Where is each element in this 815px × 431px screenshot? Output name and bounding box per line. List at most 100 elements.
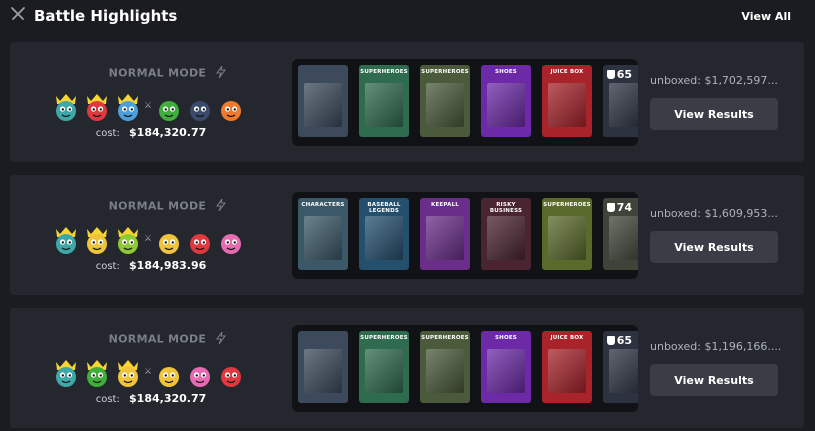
lightning-icon <box>216 198 227 214</box>
player-avatar[interactable] <box>155 225 183 254</box>
case-thumbnail[interactable]: BASEBALL LEGENDS <box>359 198 409 270</box>
case-thumbnail[interactable]: SUPERHEROES <box>359 65 409 137</box>
battle-info: NORMAL MODE <box>10 175 292 295</box>
case-thumbnail[interactable]: SUPERHEROES <box>542 198 592 270</box>
case-artwork <box>548 216 586 260</box>
case-artwork <box>487 349 525 393</box>
rounds-count: 65 <box>616 334 632 347</box>
case-thumbnail[interactable]: CHARACTERS <box>298 198 348 270</box>
view-all-link[interactable]: View All <box>741 10 791 23</box>
unboxed-value: unboxed: $1,196,166.... <box>650 340 782 353</box>
battle-info: NORMAL MODE <box>10 42 292 162</box>
cost-value: $184,320.77 <box>129 392 207 405</box>
player-avatars: ⚔ <box>52 223 248 255</box>
player-avatar[interactable] <box>52 358 80 387</box>
case-label: SUPERHEROES <box>360 69 408 75</box>
cost-label: cost: <box>95 128 120 139</box>
rounds-count: 65 <box>616 68 632 81</box>
mode-label: NORMAL MODE <box>10 198 325 214</box>
case-artwork <box>548 83 586 127</box>
versus-icon: ⚔ <box>144 367 153 377</box>
case-artwork <box>609 349 638 393</box>
case-count-icon <box>606 203 615 212</box>
case-thumbnail[interactable]: JUICE BOX <box>542 65 592 137</box>
case-count-icon <box>606 70 615 79</box>
case-label: BASEBALL LEGENDS <box>367 202 401 214</box>
player-avatar[interactable] <box>52 92 80 121</box>
case-artwork <box>548 349 586 393</box>
case-strip[interactable]: CHARACTERS BASEBALL LEGENDS KEEPALL RISK… <box>292 192 638 279</box>
case-label: SHOES <box>495 69 517 75</box>
case-artwork <box>365 216 403 260</box>
case-label: JUICE BOX <box>550 335 584 341</box>
player-avatar[interactable] <box>114 358 142 387</box>
case-artwork <box>487 216 525 260</box>
case-thumbnail[interactable]: SUPERHEROES <box>420 65 470 137</box>
player-avatar[interactable] <box>52 225 80 254</box>
case-strip[interactable]: SUPERHEROES SUPERHEROES SHOES JUICE BOX … <box>292 59 638 146</box>
player-avatar[interactable] <box>186 358 214 387</box>
case-thumbnail[interactable]: RISKY BUSINESS <box>481 198 531 270</box>
battle-card[interactable]: NORMAL MODE <box>10 308 804 428</box>
case-label: JUICE BOX <box>550 69 584 75</box>
view-results-button[interactable]: View Results <box>650 98 778 130</box>
mode-label: NORMAL MODE <box>10 65 325 81</box>
section-header: Battle Highlights View All <box>10 0 805 32</box>
mode-text: NORMAL MODE <box>108 199 207 213</box>
case-thumbnail[interactable]: SHOES <box>481 331 531 403</box>
case-thumbnail[interactable]: KEEPALL <box>420 198 470 270</box>
case-artwork <box>304 349 342 393</box>
rounds-badge: 65 <box>606 334 632 347</box>
case-label: SUPERHEROES <box>360 335 408 341</box>
case-artwork <box>426 216 464 260</box>
player-avatar[interactable] <box>83 358 111 387</box>
player-avatar[interactable] <box>217 225 245 254</box>
player-avatar[interactable] <box>217 358 245 387</box>
unboxed-value: unboxed: $1,702,597... <box>650 74 778 87</box>
rounds-badge: 65 <box>606 68 632 81</box>
unboxed-value: unboxed: $1,609,953... <box>650 207 778 220</box>
battle-info: NORMAL MODE <box>10 308 292 428</box>
crossed-swords-icon <box>10 6 26 26</box>
case-artwork <box>426 349 464 393</box>
view-results-button[interactable]: View Results <box>650 364 778 396</box>
section-title: Battle Highlights <box>34 7 178 25</box>
player-avatar[interactable] <box>114 225 142 254</box>
cost-value: $184,320.77 <box>129 126 207 139</box>
player-avatar[interactable] <box>83 225 111 254</box>
battle-card[interactable]: NORMAL MODE <box>10 42 804 162</box>
case-thumbnail[interactable]: SUPERHEROES <box>359 331 409 403</box>
versus-icon: ⚔ <box>144 234 153 244</box>
case-thumbnail[interactable] <box>298 65 348 137</box>
player-avatars: ⚔ <box>52 90 248 122</box>
lightning-icon <box>216 65 227 81</box>
player-avatars: ⚔ <box>52 356 248 388</box>
case-artwork <box>365 349 403 393</box>
case-thumbnail[interactable]: SHOES <box>481 65 531 137</box>
battle-card[interactable]: NORMAL MODE <box>10 175 804 295</box>
case-artwork <box>304 83 342 127</box>
case-thumbnail[interactable]: SUPERHEROES <box>420 331 470 403</box>
player-avatar[interactable] <box>83 92 111 121</box>
versus-icon: ⚔ <box>144 101 153 111</box>
rounds-count: 74 <box>616 201 632 214</box>
cost-label: cost: <box>95 261 120 272</box>
cost-line: cost: $184,320.77 <box>10 392 292 405</box>
player-avatar[interactable] <box>114 92 142 121</box>
player-avatar[interactable] <box>155 92 183 121</box>
view-results-button[interactable]: View Results <box>650 231 778 263</box>
player-avatar[interactable] <box>155 358 183 387</box>
mode-label: NORMAL MODE <box>10 331 325 347</box>
case-label: CHARACTERS <box>301 202 345 208</box>
player-avatar[interactable] <box>217 92 245 121</box>
player-avatar[interactable] <box>186 92 214 121</box>
case-strip[interactable]: SUPERHEROES SUPERHEROES SHOES JUICE BOX … <box>292 325 638 412</box>
cost-line: cost: $184,983.96 <box>10 259 292 272</box>
player-avatar[interactable] <box>186 225 214 254</box>
case-label: RISKY BUSINESS <box>489 202 523 214</box>
case-thumbnail[interactable] <box>298 331 348 403</box>
case-thumbnail[interactable]: JUICE BOX <box>542 331 592 403</box>
case-artwork <box>609 216 638 260</box>
cost-value: $184,983.96 <box>129 259 207 272</box>
case-label: SUPERHEROES <box>421 69 469 75</box>
